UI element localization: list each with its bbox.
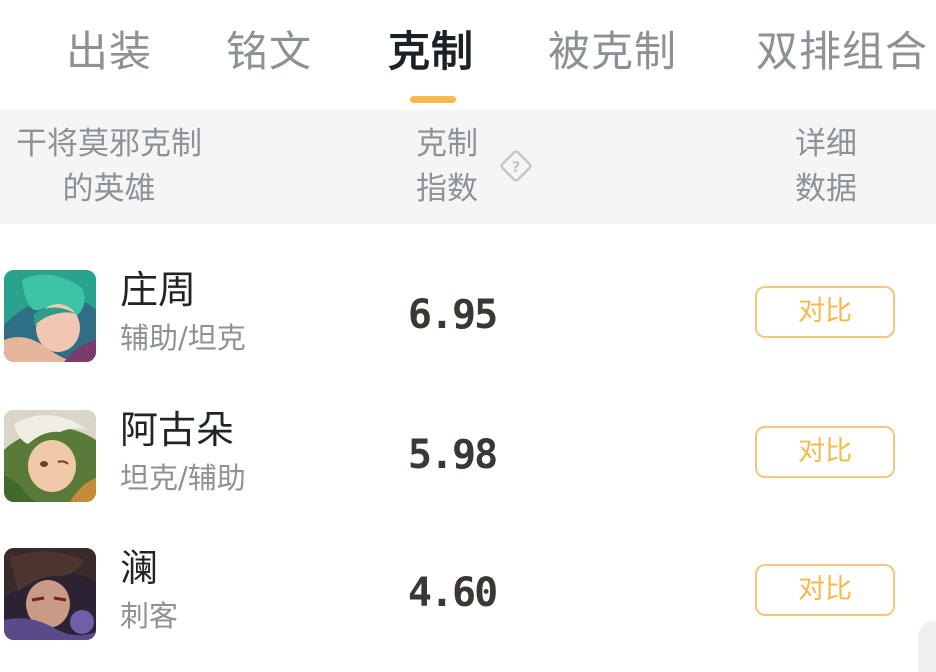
hero-role: 辅助/坦克 (120, 321, 246, 355)
header-index-column: 克制 指数 (416, 122, 486, 212)
header-detail-column: 详细 数据 (795, 122, 865, 212)
compare-button[interactable]: 对比 (755, 286, 895, 338)
tab-duo-combo[interactable]: 双排组合 (756, 24, 928, 80)
table-row[interactable]: 澜 刺客 4.60 对比 (0, 544, 936, 664)
tab-equipment[interactable]: 出装 (66, 24, 152, 80)
hero-role: 坦克/辅助 (120, 461, 246, 495)
hero-avatar-aguduo[interactable] (4, 410, 96, 502)
table-row[interactable]: 庄周 辅助/坦克 6.95 对比 (0, 266, 936, 386)
table-header: 干将莫邪克制 的英雄 克制 指数 详细 数据 (0, 110, 936, 224)
hero-name: 阿古朵 (120, 408, 235, 452)
question-diamond-icon[interactable]: ? (498, 148, 534, 184)
hero-avatar-zhuangzhou[interactable] (4, 270, 96, 362)
active-tab-indicator (410, 96, 456, 103)
header-detail-line1: 详细 (795, 126, 857, 162)
counter-index-value: 6.95 (407, 292, 498, 338)
hero-name: 庄周 (120, 268, 197, 312)
header-index-line1: 克制 (416, 126, 478, 162)
header-hero-column: 干将莫邪克制 的英雄 (4, 122, 214, 212)
compare-button[interactable]: 对比 (755, 564, 895, 616)
table-row[interactable]: 阿古朵 坦克/辅助 5.98 对比 (0, 406, 936, 526)
hero-avatar-lan[interactable] (4, 548, 96, 640)
header-hero-line1: 干将莫邪克制 (16, 126, 202, 162)
compare-button[interactable]: 对比 (755, 426, 895, 478)
hero-name: 澜 (120, 546, 159, 590)
tab-counter[interactable]: 克制 (388, 24, 474, 80)
hero-role: 刺客 (120, 599, 179, 633)
corner-divider (918, 620, 936, 672)
tab-bar: 出装 铭文 克制 被克制 双排组合 (0, 0, 936, 106)
header-index-line2: 指数 (416, 171, 478, 207)
header-detail-line2: 数据 (795, 171, 857, 207)
svg-text:?: ? (512, 158, 521, 176)
tab-inscription[interactable]: 铭文 (226, 24, 312, 80)
counter-index-value: 5.98 (407, 432, 498, 478)
counter-index-value: 4.60 (407, 570, 498, 616)
tab-countered-by[interactable]: 被克制 (548, 24, 677, 80)
header-hero-line2: 的英雄 (62, 171, 156, 207)
